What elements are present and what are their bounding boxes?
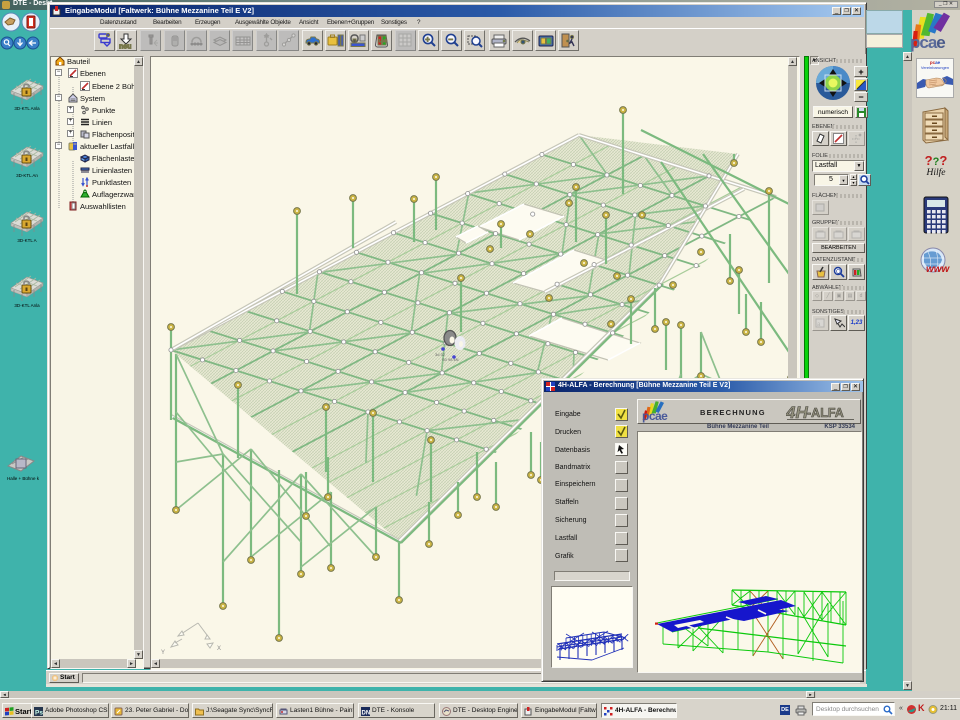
svg-text:+: + [425,35,430,44]
svg-text:−: − [448,35,453,44]
svg-text:pcae: pcae [910,33,945,52]
svg-text:X: X [217,646,221,652]
svg-text:pcae: pcae [642,409,668,423]
svg-text:4H: 4H [786,404,808,421]
svg-text:S0 98 kN: S0 98 kN [442,357,459,362]
svg-text:LAG: LAG [379,38,387,43]
svg-text:neu: neu [119,43,131,49]
svg-text:Y: Y [161,650,165,656]
svg-text:Q: Q [836,270,841,276]
svg-text:Ps: Ps [35,709,43,716]
svg-text:-ALFA: -ALFA [807,406,844,420]
svg-text:DN: DN [362,710,371,716]
